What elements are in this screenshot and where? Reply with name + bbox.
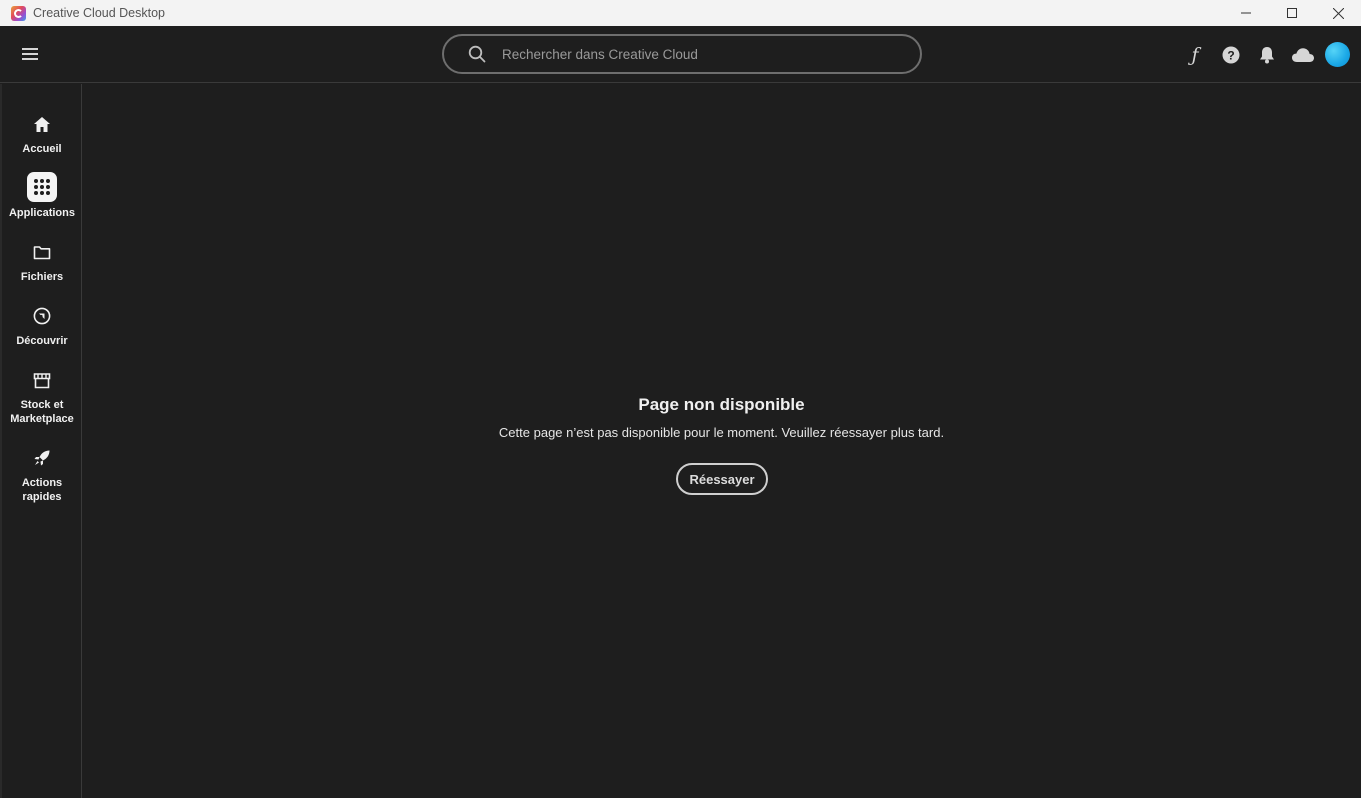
svg-text:?: ?: [1227, 48, 1234, 62]
main-content: Page non disponible Cette page n’est pas…: [82, 84, 1361, 798]
avatar[interactable]: [1325, 42, 1350, 67]
window-title: Creative Cloud Desktop: [33, 6, 166, 20]
store-icon: [33, 372, 51, 388]
sidebar-item-stock-marketplace[interactable]: Stock et Marketplace: [2, 366, 82, 426]
sidebar-item-label: Découvrir: [16, 335, 68, 347]
sidebar-item-fichiers[interactable]: Fichiers: [2, 238, 82, 284]
compass-icon-wrap: [27, 302, 57, 330]
cloud-icon: [1292, 47, 1314, 62]
notifications-bell-icon: [1260, 46, 1274, 63]
close-button[interactable]: [1315, 0, 1361, 26]
folder-icon: [33, 245, 51, 259]
sidebar-item-label: Accueil: [22, 143, 62, 155]
sidebar-item-label: Actions rapides: [21, 477, 63, 503]
minimize-icon: [1241, 12, 1251, 14]
error-title: Page non disponible: [638, 395, 805, 414]
window-controls: [1223, 0, 1361, 26]
home-icon-wrap: [27, 110, 57, 138]
fonts-icon: ƒ: [1191, 43, 1199, 66]
fonts-button[interactable]: ƒ: [1177, 37, 1213, 73]
sidebar-item-accueil[interactable]: Accueil: [2, 110, 82, 156]
folder-icon-wrap: [27, 238, 57, 266]
creative-cloud-app-icon: [11, 5, 26, 21]
close-icon: [1332, 7, 1344, 19]
search-box[interactable]: [442, 34, 922, 74]
help-button[interactable]: ?: [1213, 37, 1249, 73]
sidebar-item-actions-rapides[interactable]: Actions rapides: [2, 444, 82, 504]
apps-grid-icon-wrap: [27, 172, 57, 202]
retry-button[interactable]: Réessayer: [676, 463, 768, 495]
minimize-button[interactable]: [1223, 0, 1269, 26]
maximize-icon: [1287, 8, 1297, 18]
rocket-icon-wrap: [27, 444, 57, 472]
sidebar-item-label: Stock et Marketplace: [10, 399, 74, 425]
sidebar: Accueil Applications Fichiers Découvrir …: [0, 84, 82, 798]
cloud-sync-button[interactable]: [1285, 37, 1321, 73]
sidebar-item-decouvrir[interactable]: Découvrir: [2, 302, 82, 348]
hamburger-icon: [22, 48, 38, 60]
search-input[interactable]: [502, 46, 882, 62]
rocket-icon: [34, 450, 50, 466]
home-icon: [34, 116, 50, 132]
sidebar-item-applications[interactable]: Applications: [2, 172, 82, 220]
window-title-bar: Creative Cloud Desktop: [0, 0, 1361, 26]
error-message: Cette page n’est pas disponible pour le …: [498, 425, 945, 440]
sidebar-item-label: Applications: [8, 207, 75, 219]
compass-icon: [33, 307, 51, 325]
apps-grid-icon: [34, 179, 50, 195]
help-icon: ?: [1222, 46, 1240, 63]
store-icon-wrap: [27, 366, 57, 394]
menu-button[interactable]: [20, 45, 40, 63]
notifications-button[interactable]: [1249, 37, 1285, 73]
search-icon: [468, 45, 486, 63]
app-header: ƒ ?: [0, 26, 1361, 83]
sidebar-item-label: Fichiers: [20, 271, 64, 283]
header-actions: ƒ ?: [1177, 26, 1361, 83]
maximize-button[interactable]: [1269, 0, 1315, 26]
